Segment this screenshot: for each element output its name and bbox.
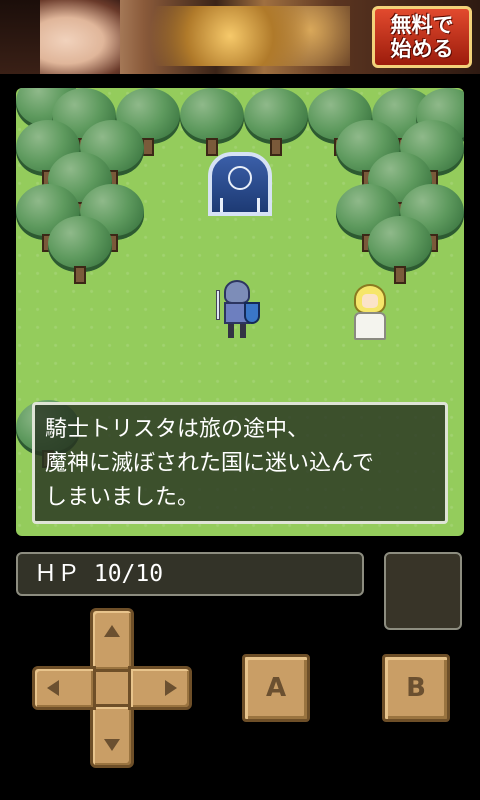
message-line: 騎士トリスタは旅の途中、 — [45, 417, 310, 442]
ad-banner[interactable]: 無料で 始める — [0, 0, 480, 74]
message-line: しまいました。 — [45, 485, 200, 510]
message-window[interactable]: 騎士トリスタは旅の途中、 魔神に滅ぼされた国に迷い込んで しまいました。 — [32, 402, 448, 524]
dpad-up-button[interactable] — [90, 608, 134, 672]
gate-emblem-icon — [228, 166, 252, 190]
knight-player-sprite — [214, 280, 264, 340]
tree — [368, 216, 432, 286]
arrow-left-icon — [47, 680, 59, 696]
arrow-right-icon — [165, 680, 177, 696]
ad-start-free-button[interactable]: 無料で 始める — [372, 6, 472, 68]
hp-display: ＨＰ 10/10 — [16, 552, 364, 596]
ad-character-hair — [0, 0, 40, 74]
ad-cta-line2: 始める — [390, 37, 454, 61]
sword-icon — [216, 290, 220, 320]
b-button[interactable]: B — [382, 654, 450, 722]
tree — [180, 88, 244, 158]
arrow-down-icon — [104, 739, 120, 751]
dpad-right-button[interactable] — [128, 666, 192, 710]
shield-icon — [244, 302, 260, 324]
dpad-down-button[interactable] — [90, 704, 134, 768]
message-line: 魔神に滅ぼされた国に迷い込んで — [45, 451, 374, 476]
tree — [244, 88, 308, 158]
ad-decoration — [150, 6, 350, 66]
arrow-up-icon — [104, 625, 120, 637]
dpad-left-button[interactable] — [32, 666, 96, 710]
magic-gate[interactable] — [208, 152, 272, 216]
maiden-npc-sprite[interactable] — [350, 284, 390, 342]
ad-cta-line1: 無料で — [390, 13, 454, 37]
tree — [48, 216, 112, 286]
item-slot[interactable] — [384, 552, 462, 630]
a-button[interactable]: A — [242, 654, 310, 722]
